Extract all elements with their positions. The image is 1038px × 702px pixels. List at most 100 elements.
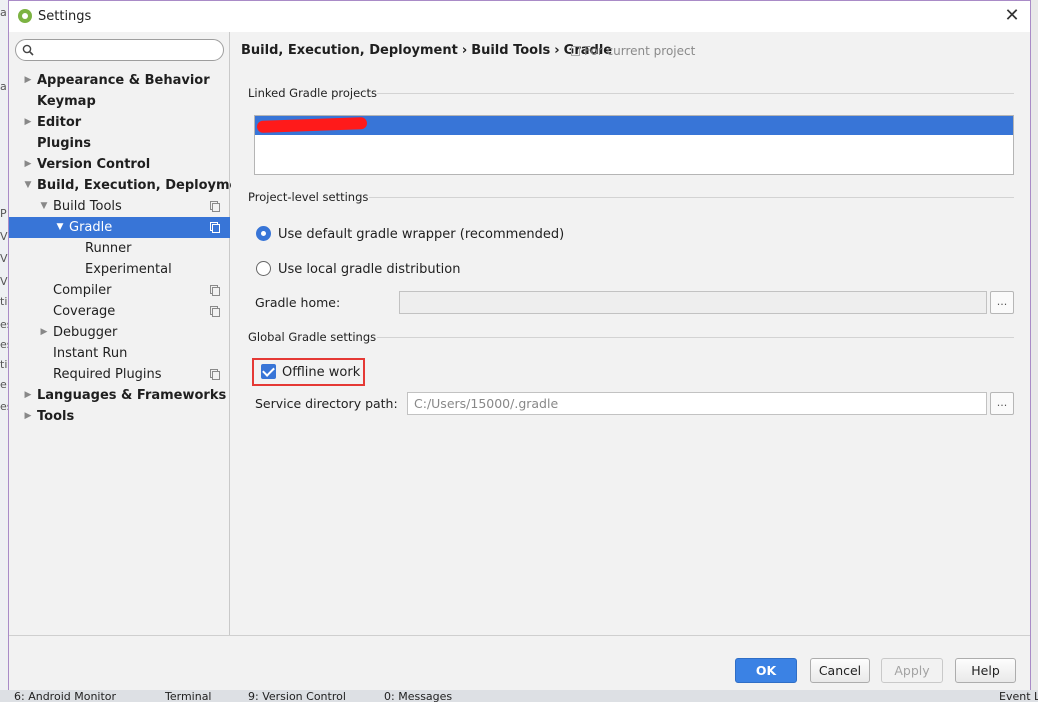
chevron-right-icon[interactable]: ▶: [23, 385, 33, 406]
section-divider: [377, 93, 1014, 94]
breadcrumb-separator: ›: [554, 43, 560, 58]
background-glyph: V: [0, 230, 8, 243]
linked-project-row[interactable]: [255, 116, 1013, 135]
linked-projects-title: Linked Gradle projects: [248, 86, 377, 100]
search-field[interactable]: [15, 39, 224, 61]
chevron-right-icon[interactable]: ▶: [23, 154, 33, 175]
tree-item-label: Required Plugins: [53, 367, 162, 382]
tree-item-label: Compiler: [53, 283, 112, 298]
background-tool-window-bar: 6: Android Monitor Terminal 9: Version C…: [0, 690, 1038, 702]
chevron-down-icon[interactable]: ▼: [55, 217, 65, 238]
scope-label: For current project: [571, 44, 695, 58]
tool-tab-terminal[interactable]: Terminal: [165, 690, 212, 702]
tree-item-label: Appearance & Behavior: [37, 73, 210, 88]
title-bar: Settings ✕: [9, 1, 1030, 32]
tool-tab-event-log[interactable]: Event L: [999, 690, 1038, 702]
chevron-right-icon[interactable]: ▶: [23, 112, 33, 133]
chevron-down-icon[interactable]: ▼: [39, 196, 49, 217]
tool-tab-android-monitor[interactable]: 6: Android Monitor: [14, 690, 116, 702]
tree-item-label: Build, Execution, Deployment: [37, 178, 254, 193]
tree-item[interactable]: Keymap: [9, 91, 230, 112]
project-scope-icon: [210, 222, 220, 233]
section-divider: [369, 197, 1014, 198]
global-settings-title: Global Gradle settings: [248, 330, 377, 344]
local-distribution-label: Use local gradle distribution: [278, 262, 461, 277]
tree-item[interactable]: Runner: [9, 238, 230, 259]
apply-button[interactable]: Apply: [881, 658, 943, 683]
background-glyph: ti: [0, 295, 8, 308]
tree-item-label: Experimental: [85, 262, 172, 277]
tree-item-label: Debugger: [53, 325, 118, 340]
project-scope-icon: [210, 285, 220, 296]
tree-item[interactable]: ▶ Languages & Frameworks: [9, 385, 230, 406]
local-distribution-option[interactable]: Use local gradle distribution: [256, 261, 460, 279]
background-glyph: a: [0, 6, 7, 19]
cancel-button[interactable]: Cancel: [810, 658, 870, 683]
tree-item[interactable]: Coverage: [9, 301, 230, 322]
close-button[interactable]: ✕: [1002, 6, 1022, 26]
tree-item[interactable]: Required Plugins: [9, 364, 230, 385]
gradle-home-input[interactable]: [399, 291, 987, 314]
gradle-home-browse-button[interactable]: ...: [990, 291, 1014, 314]
tree-item[interactable]: ▶ Tools: [9, 406, 230, 427]
tree-item-label: Languages & Frameworks: [37, 388, 227, 403]
background-glyph: V: [0, 252, 8, 265]
tree-item-label: Keymap: [37, 94, 96, 109]
tree-item-label: Editor: [37, 115, 82, 130]
project-scope-icon: [210, 201, 220, 212]
chevron-right-icon[interactable]: ▶: [23, 406, 33, 427]
tool-tab-messages[interactable]: 0: Messages: [384, 690, 452, 702]
tree-item[interactable]: ▼ Gradle: [9, 217, 230, 238]
breadcrumb-item: Build Tools: [471, 43, 551, 58]
tree-item-label: Tools: [37, 409, 75, 424]
default-wrapper-label: Use default gradle wrapper (recommended): [278, 227, 565, 242]
project-scope-icon: [210, 369, 220, 380]
tree-item[interactable]: ▶ Version Control: [9, 154, 230, 175]
breadcrumb-item: Build, Execution, Deployment: [241, 43, 458, 58]
settings-tree-panel: ▶ Appearance & Behavior Keymap ▶ Editor Plugi…: [9, 32, 254, 635]
project-level-title: Project-level settings: [248, 190, 369, 204]
tree-item[interactable]: ▶ Debugger: [9, 322, 230, 343]
linked-projects-list[interactable]: [254, 115, 1014, 175]
chevron-down-icon[interactable]: ▼: [23, 175, 33, 196]
tree-item-label: Coverage: [53, 304, 116, 319]
radio-unselected-icon[interactable]: [256, 261, 271, 276]
radio-selected-icon[interactable]: [256, 226, 271, 241]
tree-item[interactable]: ▼ Build Tools: [9, 196, 230, 217]
window-title: Settings: [38, 9, 92, 24]
background-glyph: e: [0, 378, 7, 391]
tree-item[interactable]: ▼ Build, Execution, Deployment: [9, 175, 254, 196]
service-directory-input[interactable]: C:/Users/15000/.gradle: [407, 392, 987, 415]
tree-item-label: Version Control: [37, 157, 151, 172]
redaction-mark: [256, 117, 368, 133]
tree-item[interactable]: Compiler: [9, 280, 230, 301]
tree-item[interactable]: Instant Run: [9, 343, 230, 364]
background-glyph: ti: [0, 358, 8, 371]
service-directory-browse-button[interactable]: ...: [990, 392, 1014, 415]
gradle-home-label: Gradle home:: [255, 295, 341, 310]
background-glyph: V: [0, 275, 8, 288]
ok-button[interactable]: OK: [735, 658, 797, 683]
tree-item-label: Plugins: [37, 136, 91, 151]
default-wrapper-option[interactable]: Use default gradle wrapper (recommended): [256, 226, 564, 244]
tree-item[interactable]: ▶ Appearance & Behavior: [9, 70, 230, 91]
background-glyph: a: [0, 80, 7, 93]
tree-item[interactable]: Experimental: [9, 259, 230, 280]
checkbox-checked-icon[interactable]: [261, 364, 276, 379]
search-icon: [22, 44, 34, 56]
tree-item[interactable]: ▶ Editor: [9, 112, 230, 133]
offline-work-label: Offline work: [282, 365, 361, 380]
service-directory-label: Service directory path:: [255, 396, 398, 411]
dialog-button-bar: OK Cancel Apply Help: [9, 635, 1030, 690]
settings-dialog: Settings ✕ ▶ Appearance & Behavior Keymap ▶…: [8, 0, 1031, 690]
section-divider: [377, 337, 1014, 338]
breadcrumb-separator: ›: [461, 43, 468, 58]
offline-work-option[interactable]: Offline work: [261, 364, 360, 380]
chevron-right-icon[interactable]: ▶: [23, 70, 33, 91]
tool-tab-version-control[interactable]: 9: Version Control: [248, 690, 346, 702]
tree-item-label: Build Tools: [53, 199, 122, 214]
help-button[interactable]: Help: [955, 658, 1016, 683]
chevron-right-icon[interactable]: ▶: [39, 322, 49, 343]
tree-item[interactable]: Plugins: [9, 133, 230, 154]
background-glyph: P: [0, 207, 7, 220]
